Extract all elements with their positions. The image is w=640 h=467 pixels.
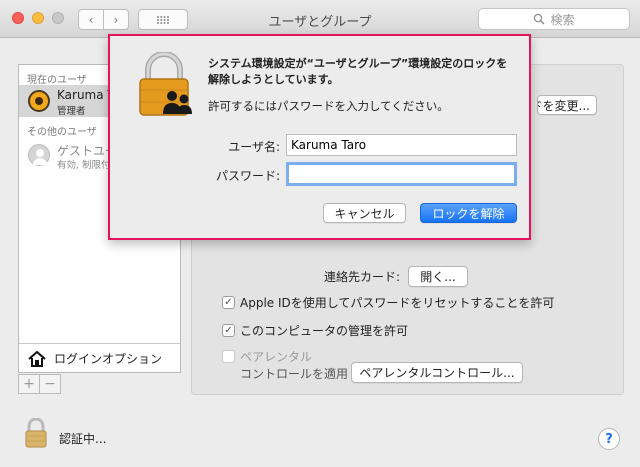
other-users-header: その他のユーザ [27, 127, 97, 138]
help-button[interactable]: ? [598, 428, 620, 450]
dialog-message: システム環境設定が“ユーザとグループ”環境設定のロックを解除しようとしています。 [208, 57, 508, 86]
add-user-button[interactable]: + [18, 374, 40, 394]
current-users-header: 現在のユーザ [27, 75, 87, 86]
search-field[interactable]: 検索 [478, 8, 630, 30]
parental-controls-row[interactable]: ペアレンタル [222, 348, 312, 365]
parental-controls-sub-label: コントロールを適用 [240, 367, 349, 381]
password-field[interactable] [286, 162, 517, 186]
open-contact-card-button[interactable]: 開く... [408, 266, 468, 287]
search-placeholder: 検索 [550, 12, 575, 27]
lock-users-icon [139, 52, 192, 116]
parental-controls-label: ペアレンタル [240, 350, 313, 364]
allow-appleid-reset-checkbox[interactable]: ✓ [222, 296, 235, 309]
login-options-label: ログインオプション [54, 352, 163, 366]
house-icon [28, 350, 46, 367]
username-field[interactable] [286, 134, 517, 156]
username-label: ユーザ名: [228, 140, 280, 154]
search-icon [534, 13, 546, 25]
title-bar: ‹ › ユーザとグループ 検索 [0, 0, 640, 38]
parental-controls-checkbox[interactable] [222, 350, 235, 363]
add-remove-controls: + − [18, 374, 61, 394]
dialog-instruction: 許可するにはパスワードを入力してください。 [208, 99, 449, 113]
authentication-dialog: システム環境設定が“ユーザとグループ”環境設定のロックを解除しようとしています。… [108, 34, 531, 240]
guest-avatar-icon [28, 144, 50, 166]
change-password-button[interactable]: ドを変更... [537, 95, 597, 115]
remove-user-button[interactable]: − [39, 374, 61, 394]
password-label: パスワード: [215, 169, 280, 183]
login-options-item[interactable]: ログインオプション [19, 343, 180, 373]
unlock-button[interactable]: ロックを解除 [420, 203, 517, 223]
allow-appleid-reset-label: Apple IDを使用してパスワードをリセットすることを許可 [240, 296, 555, 310]
allow-admin-label: このコンピュータの管理を許可 [240, 324, 409, 338]
auth-status-label: 認証中... [59, 432, 107, 446]
allow-admin-checkbox[interactable]: ✓ [222, 324, 235, 337]
cancel-button[interactable]: キャンセル [323, 203, 406, 223]
allow-admin-row[interactable]: ✓ このコンピュータの管理を許可 [222, 322, 408, 339]
contact-card-label: 連絡先カード: [323, 270, 400, 284]
parental-controls-button[interactable]: ペアレンタルコントロール... [351, 362, 523, 383]
allow-appleid-reset-row[interactable]: ✓ Apple IDを使用してパスワードをリセットすることを許可 [222, 294, 554, 311]
sunflower-avatar-icon [28, 90, 50, 112]
lock-icon[interactable] [24, 418, 48, 448]
